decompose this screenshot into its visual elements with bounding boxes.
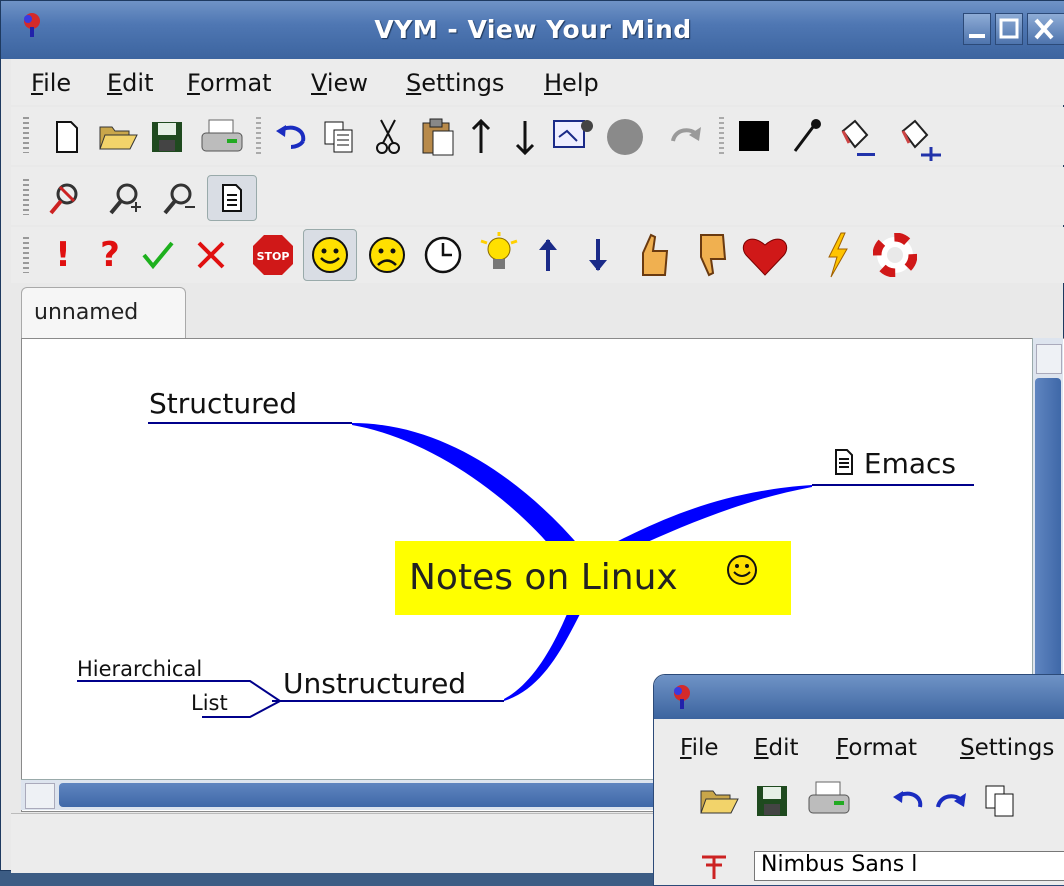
minimize-button[interactable]	[963, 13, 991, 45]
menu-edit[interactable]: Edit	[107, 69, 153, 97]
color-black-icon[interactable]	[739, 121, 769, 151]
print-icon[interactable]	[806, 779, 852, 819]
smiley-good-icon	[727, 555, 757, 585]
open-folder-icon[interactable]	[698, 783, 740, 819]
add-image-icon[interactable]	[551, 117, 595, 153]
zoom-out-icon[interactable]	[161, 181, 197, 217]
stop-sign-icon[interactable]: STOP	[251, 233, 295, 277]
title-bar[interactable]: VYM - View Your Mind	[1, 1, 1064, 59]
smiley-good-icon	[312, 237, 348, 273]
copy-icon[interactable]	[321, 119, 357, 155]
font-selector[interactable]: Nimbus Sans l	[754, 851, 1064, 881]
maximize-button[interactable]	[995, 13, 1023, 45]
main-window: VYM - View Your Mind File Edit Format Vi…	[0, 0, 1064, 886]
heart-icon[interactable]	[741, 233, 789, 277]
exclamation-icon[interactable]: !	[53, 233, 73, 277]
lightbulb-icon[interactable]	[477, 231, 521, 279]
redo-icon[interactable]	[669, 123, 703, 149]
font-icon	[702, 855, 726, 879]
close-icon	[1034, 18, 1054, 40]
toggle-note-button[interactable]	[207, 175, 257, 221]
scroll-up-button[interactable]	[1036, 344, 1062, 374]
node-center[interactable]: Notes on Linux	[395, 541, 791, 615]
cross-icon[interactable]	[195, 239, 227, 271]
redo-icon[interactable]	[934, 789, 970, 817]
undo-icon[interactable]	[890, 789, 926, 817]
toolbar-grip[interactable]	[23, 117, 29, 153]
save-icon[interactable]	[754, 783, 790, 819]
arrow-up-icon[interactable]	[537, 237, 559, 273]
node-emacs[interactable]: Emacs	[833, 447, 956, 480]
menu-format[interactable]: Format	[187, 69, 272, 97]
note-icon	[835, 449, 853, 475]
pipette-icon[interactable]	[789, 117, 825, 157]
menu-settings[interactable]: Settings	[406, 69, 504, 97]
zoom-reset-icon[interactable]	[47, 181, 83, 217]
menu-bar: File Edit Format View Settings Help	[11, 59, 1064, 105]
undo-icon[interactable]	[273, 123, 309, 151]
save-icon[interactable]	[149, 119, 185, 155]
new-file-icon[interactable]	[49, 119, 83, 155]
node-unstructured[interactable]: Unstructured	[283, 667, 466, 700]
node-center-label: Notes on Linux	[409, 557, 678, 598]
secondary-menu-settings[interactable]: Settings	[960, 735, 1054, 761]
note-icon	[222, 184, 242, 212]
menu-help[interactable]: Help	[544, 69, 599, 97]
secondary-title-bar[interactable]	[654, 675, 1064, 719]
menu-view[interactable]: View	[311, 69, 368, 97]
move-down-icon[interactable]	[511, 117, 539, 157]
node-list[interactable]: List	[191, 691, 228, 715]
secondary-menu-edit[interactable]: Edit	[754, 735, 799, 761]
menu-file[interactable]: File	[31, 69, 71, 97]
smiley-bad-icon[interactable]	[367, 235, 407, 275]
node-emacs-label: Emacs	[863, 447, 957, 480]
node-hierarchical[interactable]: Hierarchical	[77, 657, 202, 681]
zoom-toolbar	[11, 167, 1064, 225]
check-icon[interactable]	[141, 239, 175, 271]
zoom-in-icon[interactable]	[107, 181, 143, 217]
thumb-up-icon[interactable]	[633, 231, 673, 279]
fill-color-icon[interactable]	[833, 113, 879, 161]
maximize-icon	[999, 18, 1019, 39]
minimize-icon	[969, 34, 985, 38]
tab-unnamed[interactable]: unnamed	[21, 287, 186, 339]
toolbar-grip[interactable]	[23, 237, 29, 273]
close-button[interactable]	[1027, 13, 1064, 45]
flags-toolbar: ! ? STOP	[11, 227, 1064, 283]
copy-icon[interactable]	[982, 783, 1018, 819]
stop-circle-icon[interactable]	[605, 117, 645, 157]
svg-text:STOP: STOP	[257, 250, 290, 263]
move-up-icon[interactable]	[467, 117, 495, 157]
scroll-left-button[interactable]	[25, 783, 55, 809]
window-title: VYM - View Your Mind	[374, 15, 692, 44]
toolbar-separator	[256, 117, 261, 155]
vym-app-icon	[674, 685, 690, 709]
toolbar-grip[interactable]	[23, 179, 29, 215]
arrow-down-icon[interactable]	[587, 237, 609, 273]
secondary-menu-format[interactable]: Format	[836, 735, 917, 761]
tab-label: unnamed	[34, 300, 139, 325]
smiley-good-button[interactable]	[303, 229, 357, 281]
clock-icon[interactable]	[423, 235, 463, 275]
question-icon[interactable]: ?	[97, 233, 123, 277]
toolbar-separator	[719, 117, 724, 155]
thumb-down-icon[interactable]	[691, 231, 731, 279]
main-toolbar	[11, 107, 1064, 165]
print-icon[interactable]	[199, 117, 245, 157]
node-structured[interactable]: Structured	[149, 387, 297, 420]
cut-icon[interactable]	[373, 117, 403, 157]
secondary-window[interactable]: File Edit Format Settings Nimbus Sans l	[653, 674, 1064, 886]
lightning-icon[interactable]	[823, 231, 851, 279]
paste-icon[interactable]	[419, 117, 457, 157]
lifebuoy-icon[interactable]	[873, 233, 917, 277]
secondary-menu-file[interactable]: File	[680, 735, 719, 761]
fill-branch-icon[interactable]	[895, 113, 945, 161]
open-folder-icon[interactable]	[97, 119, 139, 155]
